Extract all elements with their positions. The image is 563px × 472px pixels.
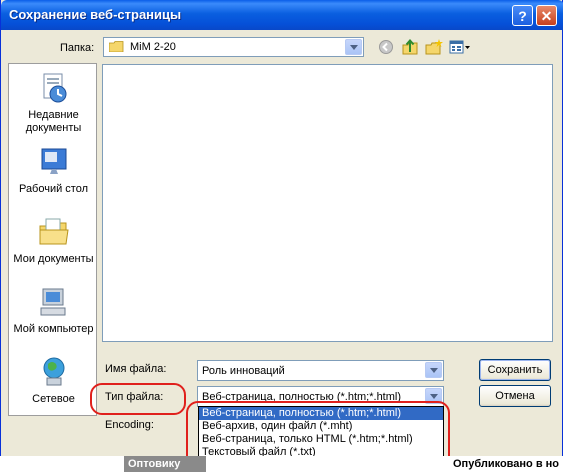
place-label: Мой компьютер <box>13 323 94 335</box>
close-button[interactable]: ✕ <box>536 5 557 26</box>
place-label: Недавние документы <box>25 109 82 134</box>
filename-dropdown-button[interactable] <box>425 362 442 378</box>
up-folder-icon[interactable] <box>401 39 419 55</box>
my-documents-icon <box>39 218 69 245</box>
place-my-documents[interactable]: Мои документы <box>9 216 98 266</box>
desktop-icon <box>41 148 66 174</box>
filename-input[interactable]: Роль инноваций <box>197 360 444 381</box>
folder-label: Папка: <box>60 42 95 54</box>
place-recent-documents[interactable]: Недавние документы <box>9 72 98 135</box>
place-desktop[interactable]: Рабочий стол <box>9 146 98 196</box>
place-label: Сетевое <box>32 393 75 405</box>
my-computer-icon <box>40 288 65 316</box>
title-bar[interactable]: Сохранение веб-страницы ? ✕ <box>1 0 563 30</box>
filename-label: Имя файла: <box>105 363 167 375</box>
views-menu-icon[interactable] <box>449 39 471 55</box>
help-button[interactable]: ? <box>512 5 533 26</box>
save-button[interactable]: Сохранить <box>479 359 551 381</box>
background-tab[interactable]: Оптовику <box>124 456 206 472</box>
places-bar: Недавние документы Рабочий стол Мои доку… <box>8 63 97 416</box>
new-folder-icon[interactable] <box>425 39 443 55</box>
place-network[interactable]: Сетевое <box>9 356 98 406</box>
place-label: Мои документы <box>13 253 94 265</box>
back-icon[interactable] <box>377 39 395 55</box>
folder-value: MiM 2-20 <box>130 41 176 53</box>
folder-dropdown-button[interactable] <box>345 39 362 55</box>
filename-value: Роль инноваций <box>202 365 285 377</box>
save-dialog: Сохранение веб-страницы ? ✕ Папка: MiM 2… <box>0 0 563 456</box>
folder-icon <box>109 41 124 52</box>
cancel-button[interactable]: Отмена <box>479 385 551 407</box>
background-text: Опубликовано в но <box>453 458 560 470</box>
folder-combo[interactable]: MiM 2-20 <box>103 37 364 57</box>
window-title: Сохранение веб-страницы <box>9 7 182 22</box>
place-label: Рабочий стол <box>18 183 89 195</box>
highlight-ring-filetype-label <box>90 383 186 415</box>
file-list[interactable] <box>102 64 553 342</box>
recent-documents-icon <box>43 73 66 103</box>
place-my-computer[interactable]: Мой компьютер <box>9 286 98 336</box>
encoding-label: Encoding: <box>105 419 154 431</box>
network-icon <box>43 357 64 386</box>
